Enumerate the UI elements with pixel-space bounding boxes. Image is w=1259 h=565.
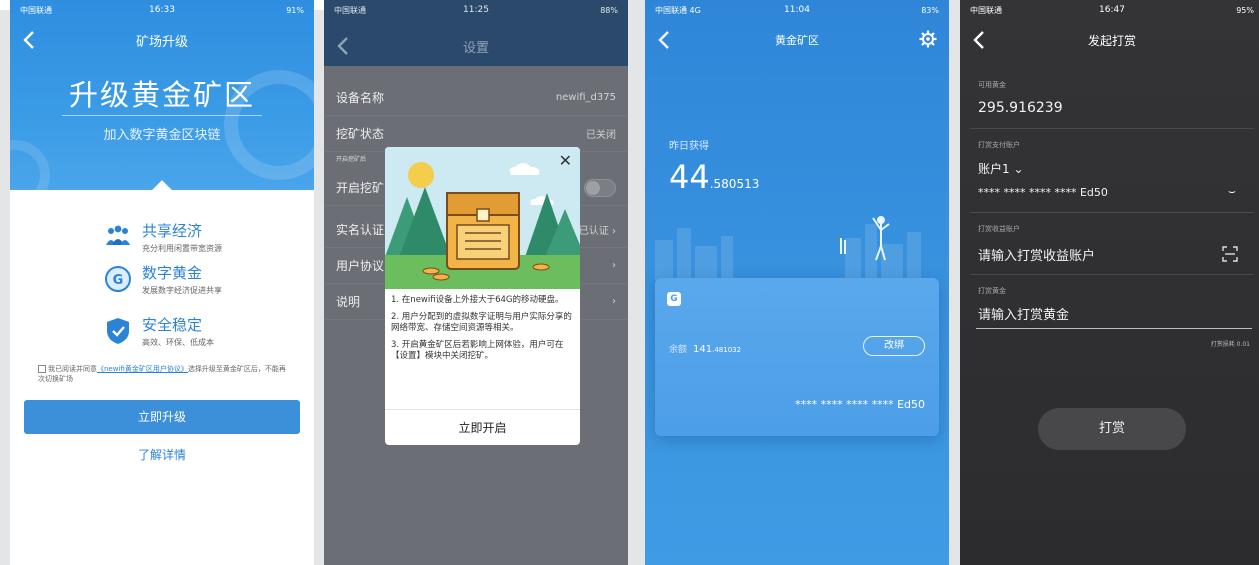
nav-title: 矿场升级 (135, 34, 188, 50)
hero-title: 升级黄金矿区 (68, 78, 255, 112)
chevron-right-icon: › (612, 260, 616, 271)
chevron-down-icon: ⌄ (1013, 162, 1024, 176)
available-label: 可用黄金 (978, 81, 1006, 89)
phone-settings-screen: 中国联通 11:25 88% 设置 设备名称 newifi_d375 挖矿状态 … (324, 0, 628, 565)
shield-icon (102, 315, 134, 347)
watermark-logo (10, 140, 50, 210)
upgrade-button[interactable]: 立即升级 (24, 400, 300, 434)
balance: 余额 141.481032 (669, 344, 742, 355)
feature-item: 共享经济 充分利用闲置带宽资源 (102, 220, 222, 254)
divider (62, 115, 262, 116)
settings-row[interactable]: 设备名称 newifi_d375 (324, 80, 628, 116)
feature-title: 数字黄金 (142, 264, 203, 282)
phone-upgrade-screen: 中国联通 16:33 91% 矿场升级 升级黄金矿区 加入数字黄金区块链 共享经… (10, 0, 314, 565)
mining-hint: 开启挖矿后 (336, 156, 367, 163)
nav-title: 黄金矿区 (775, 34, 819, 47)
collapse-icon[interactable]: ⌣ (1228, 184, 1236, 199)
status-bar: 中国联通 16:47 95% (960, 0, 1259, 20)
pay-account-selector[interactable]: 账户1 ⌄ (978, 160, 1024, 177)
phone-gold-mine-screen: 中国联通 4G 11:04 83% 黄金矿区 昨日获得 44.580513 G … (645, 0, 949, 565)
amount-underline (976, 328, 1252, 329)
enable-now-button[interactable]: 立即开启 (385, 409, 580, 445)
row-value: 已认证 › (578, 226, 616, 237)
instruction-2: 2. 用户分配到的虚拟数字证明与用户实际分享的网络带宽、存储空间资源等相关。 (391, 312, 572, 333)
feature-desc: 发展数字经济促进共享 (142, 286, 222, 295)
feature-item: 安全稳定 高效、环保、低成本 (102, 314, 214, 348)
agree-checkbox[interactable] (38, 365, 46, 373)
feature-desc: 高效、环保、低成本 (142, 338, 214, 347)
g-logo-icon: G (667, 292, 681, 306)
account-number: **** **** **** **** Ed50 (795, 398, 925, 411)
receive-account-label: 打赏收益账户 (978, 225, 1020, 233)
amount-input[interactable]: 请输入打赏黄金 (978, 304, 1069, 323)
mining-dialog: ✕ 1. 在newifi设备上外接大于64G的移动硬盘。 2. 用户分配到的虚拟… (385, 147, 580, 445)
city-skyline-illustration (645, 210, 949, 280)
receive-account-input[interactable]: 请输入打赏收益账户 (978, 245, 1095, 264)
phone-tip-screen: 中国联通 16:47 95% 发起打赏 可用黄金 295.916239 打赏支付… (960, 0, 1259, 565)
amount-label: 打赏黄金 (978, 287, 1006, 295)
status-bar: 中国联通 16:33 91% (10, 0, 314, 20)
yesterday-amount: 44.580513 (669, 158, 760, 196)
status-time: 11:04 (784, 5, 810, 15)
yesterday-label: 昨日获得 (669, 141, 709, 152)
chevron-right-icon: › (612, 296, 616, 307)
rebind-button[interactable]: 改绑 (863, 336, 925, 356)
svg-text:G: G (113, 273, 124, 288)
pay-account-label: 打赏支付账户 (978, 141, 1020, 149)
hero-subtitle: 加入数字黄金区块链 (103, 128, 221, 143)
instruction-3: 3. 开启黄金矿区后若影响上网体验，用户可在【设置】模块中关闭挖矿。 (391, 340, 564, 361)
row-label: 挖矿状态 (336, 127, 385, 141)
row-value: newifi_d375 (555, 92, 616, 103)
scan-icon[interactable] (1222, 246, 1238, 262)
status-time: 16:47 (1099, 5, 1125, 15)
feature-title: 安全稳定 (142, 316, 203, 334)
row-label: 实名认证 (336, 223, 385, 237)
close-icon[interactable]: ✕ (559, 151, 572, 170)
feature-item: G 数字黄金 发展数字经济促进共享 (102, 262, 222, 296)
treasure-chest-illustration (385, 147, 580, 289)
row-value: 已关闭 (586, 130, 616, 141)
wallet-card: G 余额 141.481032 改绑 **** **** **** **** Ed… (655, 278, 939, 436)
available-value: 295.916239 (978, 100, 1063, 116)
instruction-1: 1. 在newifi设备上外接大于64G的移动硬盘。 (391, 295, 564, 305)
learn-more-link[interactable]: 了解详情 (10, 446, 314, 463)
status-bar: 中国联通 11:25 88% (324, 0, 628, 20)
nav-title: 发起打赏 (1087, 33, 1136, 48)
feature-desc: 充分利用闲置带宽资源 (142, 244, 222, 253)
nav-title: 设置 (462, 40, 489, 56)
agree-prefix: 我已阅读并同意 (48, 365, 97, 373)
status-time: 16:33 (149, 5, 175, 15)
dialog-instructions: 1. 在newifi设备上外接大于64G的移动硬盘。 2. 用户分配到的虚拟数字… (391, 295, 577, 368)
mining-toggle[interactable] (584, 178, 616, 197)
tip-button[interactable]: 打赏 (1038, 408, 1186, 450)
divider (970, 128, 1254, 129)
feature-title: 共享经济 (142, 222, 203, 240)
agreement-text: 我已阅读并同意《newifi黄金矿区用户协议》选择升级至黄金矿区后，不能再次切换… (38, 364, 288, 384)
people-icon (102, 221, 134, 253)
fee-text: 打赏损耗 0.01 (1210, 341, 1250, 348)
row-label: 说明 (336, 295, 361, 309)
row-label: 用户协议 (336, 259, 385, 273)
agreement-link[interactable]: 《newifi黄金矿区用户协议》 (97, 365, 188, 373)
status-bar: 中国联通 4G 11:04 83% (645, 0, 949, 20)
pay-account-number: **** **** **** **** Ed50 (978, 186, 1108, 199)
divider (970, 212, 1254, 213)
row-label: 设备名称 (336, 91, 385, 105)
gear-icon[interactable] (919, 30, 937, 48)
row-label: 开启挖矿 (336, 181, 385, 195)
g-coin-icon: G (102, 263, 134, 295)
divider (970, 274, 1254, 275)
status-time: 11:25 (463, 5, 489, 15)
